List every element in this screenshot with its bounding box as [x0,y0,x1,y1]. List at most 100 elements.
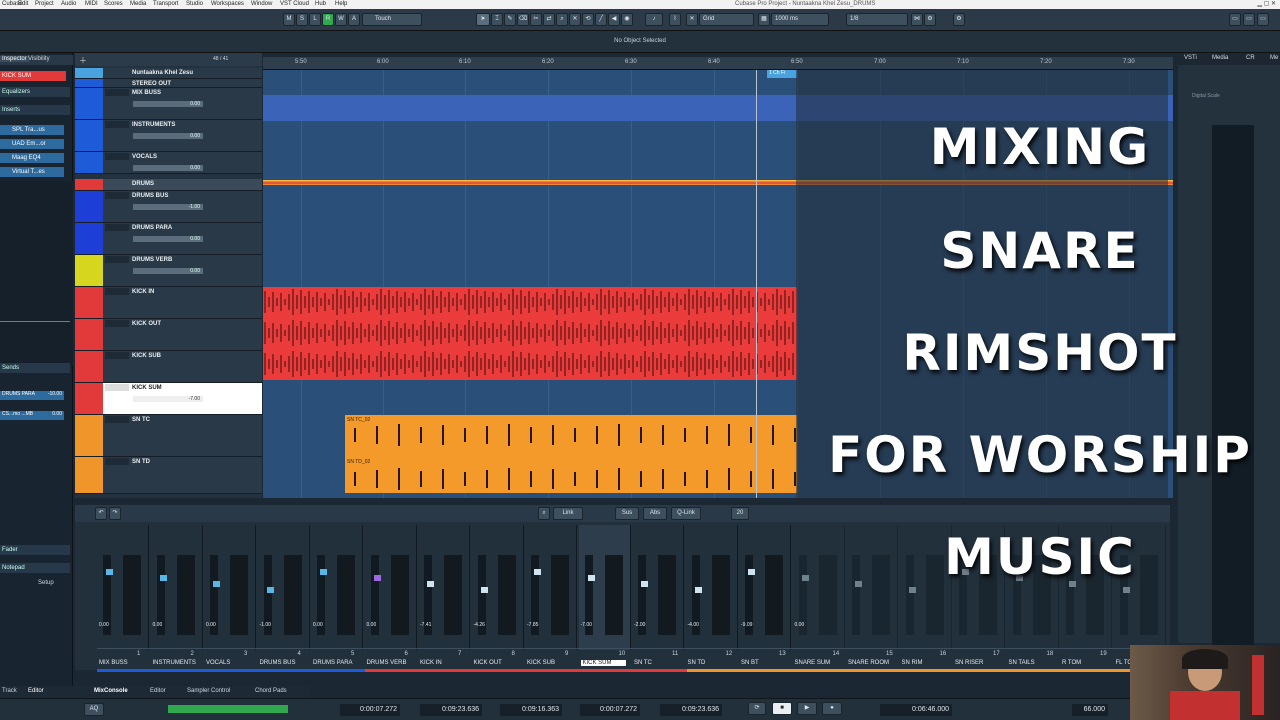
channel-name[interactable]: SNARE ROOM [848,660,889,666]
tempo-field[interactable]: 66.000 [1072,704,1108,716]
channel-strip[interactable] [525,525,577,650]
undo-icon[interactable]: ↶ [95,507,107,520]
draw-tool[interactable]: ✎ [504,13,516,26]
tab-track[interactable]: Track [2,688,17,694]
tab-editor-left[interactable]: Editor [28,688,44,694]
channel-name[interactable]: SN TD [688,660,706,666]
channel-strip[interactable] [97,525,149,650]
fader-knob[interactable] [106,569,113,575]
menu-midi[interactable]: MIDI [85,1,98,7]
q-link-button[interactable]: Q-Link [671,507,701,520]
section-equalizers[interactable]: Equalizers [0,87,70,97]
tab-cr[interactable]: CR [1246,55,1255,61]
marker-locator[interactable]: 1 Ch Fi [767,70,797,78]
menu-workspaces[interactable]: Workspaces [211,1,244,7]
channel-strip[interactable] [365,525,417,650]
menu-studio[interactable]: Studio [186,1,203,7]
range-length-field[interactable]: 0:09:16.363 [500,704,562,716]
track-row-selected[interactable]: KICK SUM -7.00 [75,383,262,415]
redo-icon[interactable]: ↷ [109,507,121,520]
fader-knob[interactable] [1122,587,1130,593]
insert-slot-1[interactable]: SPL Tra...us [0,125,64,135]
volume-field[interactable]: 0.00 [133,133,203,139]
track-row[interactable]: STEREO OUT [75,79,262,88]
automation-panel-button[interactable]: A [348,13,360,26]
channel-name[interactable]: KICK SUM [580,660,626,666]
fader-knob[interactable] [748,569,755,575]
volume-field[interactable]: -1.00 [133,204,203,210]
object-selection-tool[interactable]: ➤ [476,13,490,26]
volume-field[interactable]: 0.00 [133,236,203,242]
channel-name[interactable]: R TOM [1062,660,1081,666]
fader-value[interactable]: 0.00 [153,622,163,628]
channel-strip[interactable] [472,525,524,650]
inspector-track-name[interactable]: KICK SUM [0,71,66,81]
zoom-icon[interactable]: ⌕ [538,507,550,520]
volume-field[interactable]: 0.00 [133,101,203,107]
punch-in-field[interactable]: 0:00:07.272 [580,704,640,716]
fader-value[interactable]: -7.41 [420,622,431,628]
fader-value[interactable]: -1.00 [260,622,271,628]
fader-value[interactable]: -9.09 [741,622,752,628]
insert-slot-2[interactable]: UAD Em...or [0,139,64,149]
fader-value[interactable]: -7.85 [527,622,538,628]
fader-value[interactable]: 0.00 [367,622,377,628]
fader-knob[interactable] [587,575,595,581]
glue-tool[interactable]: ⇄ [543,13,555,26]
fader-knob[interactable] [480,587,488,593]
record-button[interactable]: ● [822,702,842,715]
mute-mode-button[interactable]: M [283,13,295,26]
track-row[interactable]: SN TD [75,457,262,494]
fader-value[interactable]: -2.00 [634,622,645,628]
section-sends[interactable]: Sends [0,363,70,373]
quantize-select[interactable]: 1/8 [846,13,908,26]
menu-audio[interactable]: Audio [61,1,76,7]
fader-knob[interactable] [641,581,648,587]
track-row[interactable]: DRUMS VERB 0.00 [75,255,262,287]
tab-inspector[interactable]: Inspector [0,56,29,62]
fader-value[interactable]: 0.00 [206,622,216,628]
quantize-apply-icon[interactable]: ⋈ [911,13,923,26]
channel-name[interactable]: SN BT [741,660,759,666]
volume-field[interactable]: -7.00 [133,396,203,402]
fader-knob[interactable] [534,569,541,575]
insert-slot-3[interactable]: Maag EQ4 [0,153,64,163]
mute-tool[interactable]: ✕ [569,13,581,26]
fader-value[interactable]: 0.00 [99,622,109,628]
channel-strip[interactable] [151,525,203,650]
menu-window[interactable]: Window [251,1,272,7]
channel-name[interactable]: INSTRUMENTS [153,660,196,666]
window-controls[interactable]: ▁ ▢ ✕ [1257,0,1276,7]
track-row[interactable]: MIX BUSS 0.00 [75,88,262,120]
channel-name[interactable]: DRUMS VERB [367,660,407,666]
section-notepad[interactable]: Notepad [0,563,70,573]
nudge-palette[interactable]: ♪ [645,13,663,26]
fader-knob[interactable] [908,587,916,593]
channel-name[interactable]: KICK OUT [474,660,502,666]
add-track-icon[interactable]: ＋ [79,55,87,66]
channel-name[interactable]: SN RISER [955,660,983,666]
punch-out-field[interactable]: 0:09:23.636 [660,704,722,716]
track-row[interactable]: KICK OUT [75,319,262,351]
section-inserts[interactable]: Inserts [0,105,70,115]
channel-name[interactable]: DRUMS PARA [313,660,353,666]
setup-link[interactable]: Setup [38,580,54,586]
link-button[interactable]: Link [553,507,583,520]
channel-name[interactable]: KICK IN [420,660,442,666]
play-button[interactable]: ▶ [797,702,817,715]
menu-help[interactable]: Help [335,1,347,7]
tab-vsti[interactable]: VSTi [1184,55,1197,61]
menu-transport[interactable]: Transport [153,1,178,7]
channel-strip[interactable] [578,525,631,650]
channel-strip[interactable] [686,525,738,650]
tab-editor[interactable]: Editor [150,688,166,694]
track-row[interactable]: VOCALS 0.00 [75,152,262,174]
track-row[interactable]: DRUMS [75,179,262,191]
playhead-cursor[interactable] [756,70,757,498]
write-automation-button[interactable]: W [335,13,347,26]
automation-mode-select[interactable]: Touch [362,13,422,26]
fader-knob[interactable] [266,587,274,593]
send-slot-2[interactable]: CS...mo ...MB 0.00 [0,411,64,420]
right-locator-field[interactable]: 0:09:23.636 [420,704,482,716]
fader-knob[interactable] [213,581,220,587]
